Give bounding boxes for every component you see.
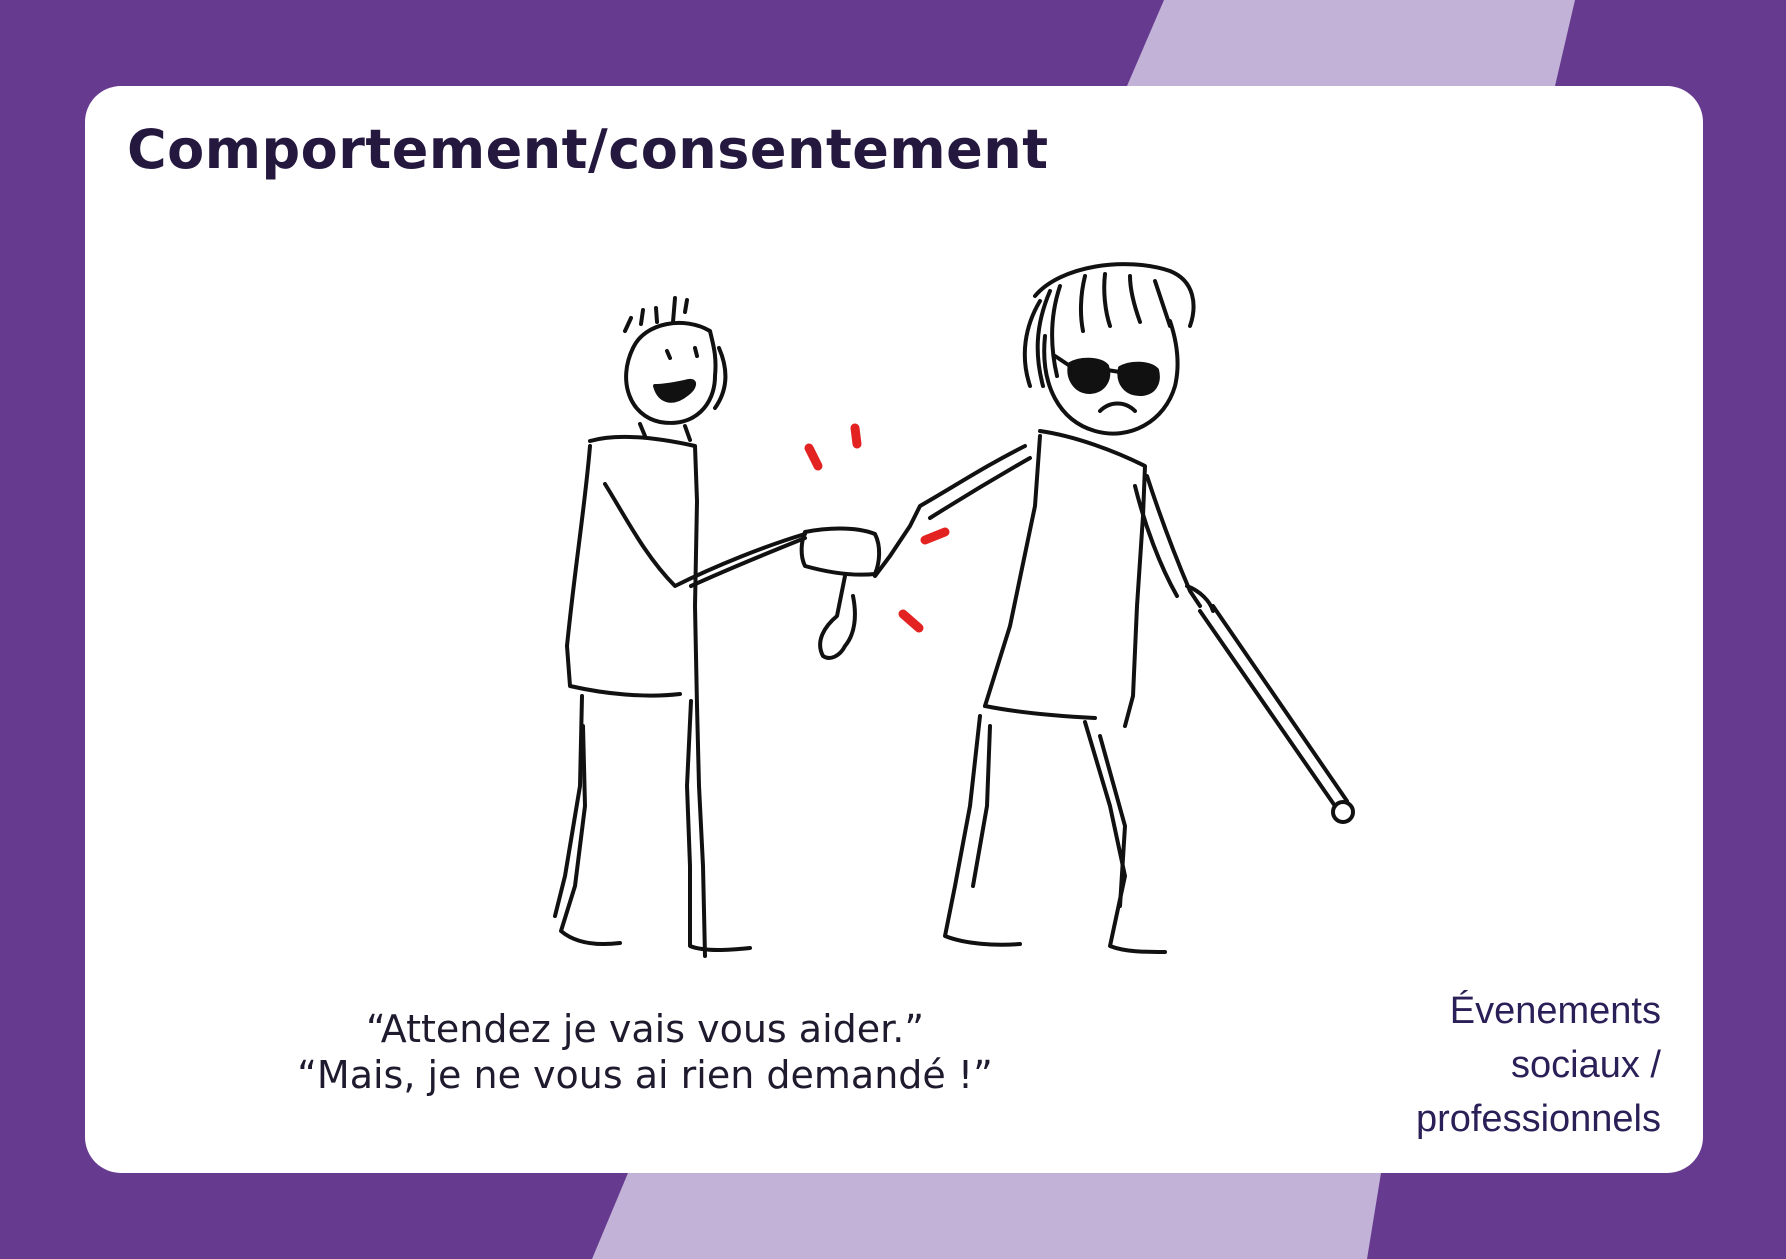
category-line-1: Évenements <box>1449 990 1661 1032</box>
dark-glasses <box>1067 357 1160 396</box>
helper-head <box>624 321 718 425</box>
helper-figure <box>553 296 882 958</box>
info-card: Comportement/consentement “Attendez je v… <box>85 86 1703 1173</box>
background-stripe-top <box>1127 0 1575 86</box>
category-label: Évenements sociaux / professionnels <box>1301 984 1661 1146</box>
category-line-3: professionnels <box>1415 1098 1661 1140</box>
caption-line-2: “Mais, je ne vous ai rien demandé !” <box>297 1053 993 1097</box>
category-line-2: sociaux / <box>1511 1044 1661 1086</box>
blind-person-figure <box>818 262 1215 954</box>
background-stripe-bottom <box>592 1173 1381 1259</box>
white-cane <box>1198 604 1355 824</box>
caption-line-1: “Attendez je vais vous aider.” <box>365 1007 925 1051</box>
dialogue-caption: “Attendez je vais vous aider.” “Mais, je… <box>255 1006 1035 1098</box>
